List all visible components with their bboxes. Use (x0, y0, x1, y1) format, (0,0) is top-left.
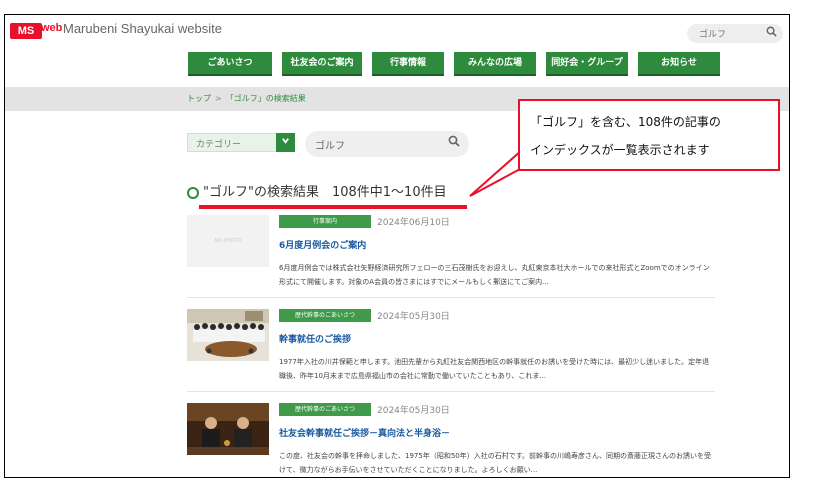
article-excerpt: この度、社友会の幹事を拝命しました、1975年（昭和50年）入社の石村です。前幹… (279, 452, 712, 474)
main-nav: ごあいさつ 社友会のご案内 行事情報 みんなの広場 同好会・グループ お知らせ (188, 52, 740, 74)
search-icon[interactable] (448, 135, 460, 150)
header-search-input[interactable]: ゴルフ (687, 24, 783, 43)
list-item[interactable]: 歴代幹事のごあいさつ 2024年05月30日 幹事就任のご挨拶 1977年入社の… (187, 309, 715, 389)
divider (187, 391, 715, 392)
thumbnail-image[interactable] (187, 309, 269, 361)
breadcrumb-home[interactable]: トップ (187, 94, 211, 103)
browser-frame: MS web Marubeni Shayukai website ゴルフ ごあい… (4, 14, 790, 478)
site-title[interactable]: Marubeni Shayukai website (63, 21, 222, 36)
nav-item-clubs[interactable]: 同好会・グループ (546, 52, 628, 74)
callout-line-2: インデックスが一覧表示されます (530, 143, 710, 157)
category-select[interactable]: カテゴリー (187, 133, 277, 152)
category-placeholder: カテゴリー (196, 140, 242, 150)
article-date: 2024年06月10日 (377, 218, 450, 228)
callout-line-1: 「ゴルフ」を含む、108件の記事の (530, 115, 721, 129)
breadcrumb-separator: > (215, 94, 222, 103)
nav-item-greeting[interactable]: ごあいさつ (188, 52, 272, 74)
divider (187, 297, 715, 298)
thumbnail-image[interactable] (187, 403, 269, 455)
search-icon[interactable] (766, 26, 777, 40)
search-input[interactable]: ゴルフ (305, 131, 469, 157)
nav-item-news[interactable]: お知らせ (638, 52, 720, 74)
article-title[interactable]: 幹事就任のご挨拶 (279, 332, 351, 345)
breadcrumb: トップ > 「ゴルフ」の検索結果 (187, 93, 306, 104)
annotation-underline (199, 205, 467, 209)
circle-icon (187, 187, 199, 199)
category-tag[interactable]: 歴代幹事のごあいさつ (279, 403, 371, 416)
breadcrumb-current: 「ゴルフ」の検索結果 (225, 94, 306, 103)
annotation-callout: 「ゴルフ」を含む、108件の記事の インデックスが一覧表示されます (518, 99, 780, 171)
article-excerpt: 6月度月例会では株式会社矢野経済研究所フェローの三石茂樹氏をお迎えし、丸紅東京本… (279, 264, 710, 286)
article-title[interactable]: 6月度月例会のご案内 (279, 238, 366, 251)
article-title[interactable]: 社友会幹事就任ご挨拶－真向法と半身浴－ (279, 426, 450, 439)
nav-item-plaza[interactable]: みんなの広場 (454, 52, 536, 74)
results-title: "ゴルフ"の検索結果 108件中1～10件目 (203, 185, 447, 200)
thumbnail-placeholder[interactable]: NO PHOTO (187, 215, 269, 267)
nav-item-events[interactable]: 行事情報 (372, 52, 444, 74)
header-search-value: ゴルフ (699, 30, 727, 40)
logo-web[interactable]: web (41, 22, 62, 34)
article-date: 2024年05月30日 (377, 312, 450, 322)
article-date: 2024年05月30日 (377, 406, 450, 416)
list-item[interactable]: 歴代幹事のごあいさつ 2024年05月30日 社友会幹事就任ご挨拶－真向法と半身… (187, 403, 715, 477)
search-query: ゴルフ (315, 141, 345, 152)
chevron-down-icon[interactable] (276, 133, 295, 152)
nav-item-about[interactable]: 社友会のご案内 (282, 52, 362, 74)
list-item[interactable]: NO PHOTO 行事案内 2024年06月10日 6月度月例会のご案内 6月度… (187, 215, 715, 295)
category-tag[interactable]: 歴代幹事のごあいさつ (279, 309, 371, 322)
article-excerpt: 1977年入社の川井保範と申します。池田先輩から丸紅社友会関西地区の幹事就任のお… (279, 358, 710, 380)
category-tag[interactable]: 行事案内 (279, 215, 371, 228)
logo-badge[interactable]: MS (10, 23, 42, 39)
